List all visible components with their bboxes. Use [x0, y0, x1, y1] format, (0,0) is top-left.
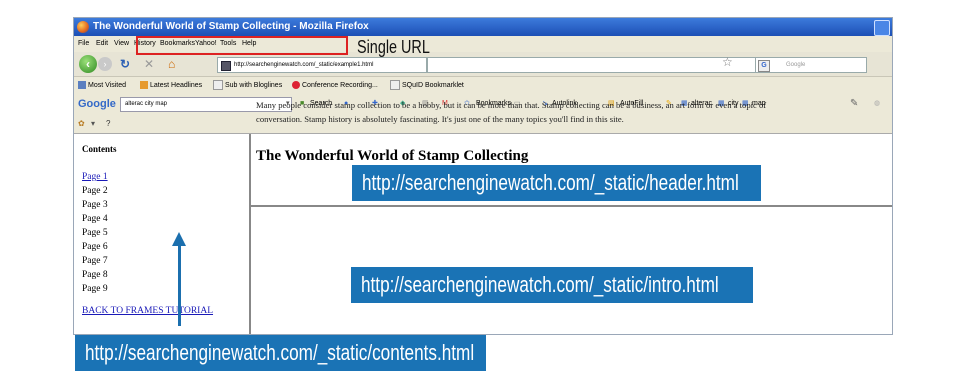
single-url-annotation: Single URL	[357, 37, 430, 57]
header-title: The Wonderful World of Stamp Collecting	[256, 148, 529, 164]
contents-heading: Contents	[82, 144, 117, 154]
menu-view[interactable]: View	[114, 36, 129, 52]
page-item-4: Page 4	[82, 214, 108, 224]
window-title: The Wonderful World of Stamp Collecting …	[93, 21, 369, 32]
page-item-7: Page 7	[82, 256, 108, 266]
page-item-8: Page 8	[82, 270, 108, 280]
search-box[interactable]: G Google	[755, 57, 867, 73]
bookmark-squid[interactable]: SQuID Bookmarklet	[390, 77, 464, 94]
intro-paragraph-line-2: conversation. Stamp history is absolutel…	[256, 114, 624, 124]
intro-url-text: http://searchenginewatch.com/_static/int…	[361, 272, 719, 297]
contents-url-callout: http://searchenginewatch.com/_static/con…	[75, 335, 486, 371]
contents-url-text: http://searchenginewatch.com/_static/con…	[85, 340, 475, 365]
intro-frame: Many people consider stamp collection to…	[256, 98, 892, 126]
google-query-text: alterac city map	[125, 101, 168, 107]
page-item-6: Page 6	[82, 242, 108, 252]
menu-edit[interactable]: Edit	[96, 36, 108, 52]
page-icon	[390, 80, 400, 91]
page-item-3: Page 3	[82, 200, 108, 210]
header-url-text: http://searchenginewatch.com/_static/hea…	[362, 170, 739, 195]
forward-button[interactable]: ›	[98, 57, 112, 71]
bookmarks-toolbar: Most Visited Latest Headlines Sub with B…	[74, 77, 892, 94]
arrow-head-icon	[172, 232, 186, 246]
gear-icon[interactable]: ✿	[78, 114, 85, 133]
page-item-9: Page 9	[82, 284, 108, 294]
help-button[interactable]: ?	[106, 114, 110, 133]
bookmark-bloglines[interactable]: Sub with Bloglines	[213, 77, 282, 94]
dropdown-icon[interactable]: ▾	[91, 114, 95, 133]
home-icon[interactable]: ⌂	[168, 56, 175, 72]
intro-paragraph-line-1: Many people consider stamp collection to…	[256, 100, 767, 110]
firefox-logo-icon	[77, 21, 89, 33]
url-text: http://searchenginewatch.com/_static/exa…	[234, 62, 374, 68]
bookmark-icon	[78, 81, 86, 90]
stop-icon[interactable]: ✕	[144, 56, 154, 72]
page-icon	[213, 80, 223, 91]
bookmark-latest-headlines[interactable]: Latest Headlines	[140, 77, 202, 94]
page-item-5: Page 5	[82, 228, 108, 238]
header-url-callout: http://searchenginewatch.com/_static/hea…	[352, 165, 761, 201]
pages-list: Page 1 Page 2 Page 3 Page 4 Page 5 Page …	[82, 170, 108, 296]
google-logo: Google	[78, 98, 116, 110]
search-engine-icon[interactable]: G	[758, 60, 770, 72]
bookmark-star-icon[interactable]: ☆	[722, 55, 733, 69]
conference-icon	[292, 81, 300, 90]
bookmark-conference[interactable]: Conference Recording...	[292, 77, 378, 94]
intro-url-callout: http://searchenginewatch.com/_static/int…	[351, 267, 753, 303]
bookmark-most-visited[interactable]: Most Visited	[78, 77, 126, 94]
search-placeholder: Google	[786, 62, 806, 68]
url-highlight-box	[136, 36, 348, 55]
url-bar[interactable]: http://searchenginewatch.com/_static/exa…	[217, 57, 427, 73]
site-favicon-icon	[221, 61, 231, 71]
reload-icon[interactable]: ↻	[120, 56, 130, 72]
navigation-toolbar: ‹ › ↻ ✕ ⌂ http://searchenginewatch.com/_…	[74, 52, 892, 77]
title-bar: The Wonderful World of Stamp Collecting …	[74, 18, 892, 36]
window-control-button[interactable]	[874, 20, 890, 36]
page-item-2: Page 2	[82, 186, 108, 196]
page-link-1[interactable]: Page 1	[82, 170, 108, 184]
arrow-line	[178, 245, 181, 326]
rss-icon	[140, 81, 148, 90]
contents-frame: Contents Page 1 Page 2 Page 3 Page 4 Pag…	[74, 134, 251, 334]
page-content: Contents Page 1 Page 2 Page 3 Page 4 Pag…	[74, 134, 892, 334]
menu-file[interactable]: File	[78, 36, 89, 52]
back-to-frames-link[interactable]: BACK TO FRAMES TUTORIAL	[82, 306, 213, 316]
back-button[interactable]: ‹	[79, 55, 97, 73]
